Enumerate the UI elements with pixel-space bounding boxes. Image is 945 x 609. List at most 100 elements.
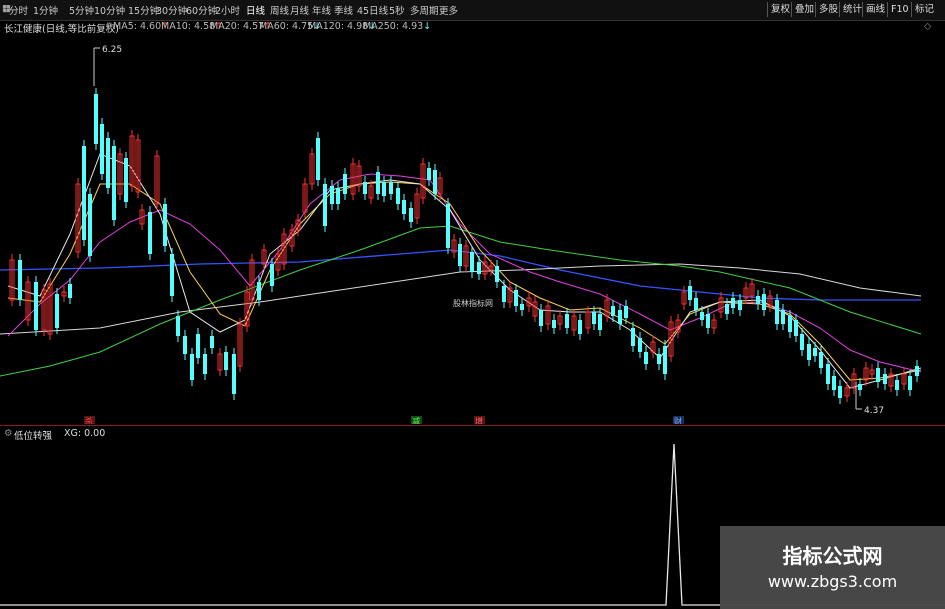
tab-period-0[interactable]: 分时 [9, 3, 28, 17]
candle-135 [883, 368, 887, 390]
candle-133 [869, 364, 875, 380]
toolbar-button-2[interactable]: 多股 [815, 2, 841, 17]
candle-75 [502, 280, 506, 308]
candle-119 [781, 304, 785, 330]
candle-53 [363, 176, 367, 200]
tab-period-2[interactable]: 5分钟 [69, 3, 94, 17]
candle-3 [34, 276, 38, 336]
indicator-settings-icon[interactable]: ⚙ [4, 428, 13, 439]
tab-period-3[interactable]: 10分钟 [94, 3, 125, 17]
candle-71 [477, 256, 481, 280]
toolbar-button-0[interactable]: 复权 [767, 2, 793, 17]
candle-13 [100, 118, 104, 180]
candle-114 [749, 278, 755, 302]
candle-11 [88, 188, 92, 262]
candle-68 [458, 238, 462, 272]
candle-9 [75, 178, 81, 258]
candle-96 [638, 332, 642, 358]
candle-104 [688, 280, 692, 306]
candle-88 [585, 306, 591, 334]
ma20-value: MA20: 4.57 [210, 21, 265, 32]
close-panel-icon[interactable]: ◇ [924, 21, 931, 32]
toolbar-button-4[interactable]: 画线 [862, 2, 888, 17]
candle-28 [196, 328, 200, 364]
candle-124 [813, 342, 817, 362]
svg-text:减: 减 [412, 416, 420, 424]
candle-116 [762, 288, 766, 316]
candle-93 [618, 304, 622, 330]
ma250-value: MA250: 4.93 [363, 21, 424, 32]
candle-72 [482, 256, 488, 280]
candle-73 [488, 260, 494, 276]
candle-67 [451, 234, 457, 258]
candle-30 [210, 330, 214, 354]
candle-56 [382, 176, 386, 202]
candle-139 [908, 370, 912, 396]
candle-47 [323, 178, 327, 232]
candle-69 [463, 240, 469, 272]
candle-112 [738, 294, 742, 316]
candle-41 [281, 228, 287, 270]
candle-51 [350, 158, 356, 200]
marker-reduce: 减 [411, 416, 422, 424]
candlestick-chart[interactable]: 6.25 4.37 股林指标网 杀 减 增 财 [0, 34, 945, 424]
candle-100 [663, 340, 667, 380]
candle-59 [402, 194, 406, 220]
marker-kill: 杀 [84, 416, 95, 424]
tab-period-13[interactable]: 45日线 [357, 3, 388, 17]
tab-period-7[interactable]: 2小时 [215, 3, 240, 17]
candle-136 [888, 368, 894, 392]
ma5-line [7, 153, 922, 389]
tab-period-10[interactable]: 月线 [290, 3, 309, 17]
tab-period-16[interactable]: 更多 [439, 3, 458, 17]
toolbar-button-5[interactable]: F10 [887, 2, 912, 17]
high-price-label: 6.25 [102, 45, 122, 55]
candle-16 [117, 148, 123, 200]
candle-109 [718, 292, 724, 318]
tab-period-8[interactable]: 日线 [246, 3, 265, 17]
candle-44 [302, 178, 308, 218]
candle-130 [851, 368, 857, 394]
ma10-line [7, 181, 922, 381]
candle-134 [876, 362, 880, 388]
candle-76 [507, 282, 513, 308]
ma5-value: MA5: 4.60 [113, 21, 162, 32]
candle-126 [826, 358, 830, 390]
site-watermark: 指标公式网 www.zbgs3.com [720, 526, 945, 609]
tab-period-15[interactable]: 多周期 [410, 3, 439, 17]
candle-14 [106, 132, 110, 194]
toolbar-button-6[interactable]: 标记 [911, 2, 937, 17]
indicator-info-row: ⚙ 低位转强 XG: 0.00 [0, 428, 400, 442]
marker-finance: 财 [673, 416, 684, 424]
candlesticks [9, 88, 919, 404]
candle-7 [61, 286, 67, 302]
panel-divider [0, 425, 945, 426]
candle-23 [163, 198, 167, 252]
toolbar-button-1[interactable]: 叠加 [791, 2, 817, 17]
stock-title: 长江健康(日线,等比前复权) [4, 24, 119, 35]
period-toolbar: ▦ 分时 1分钟 5分钟 10分钟 15分钟 30分钟 60分钟 2小时 日线 周线 月线 年线 季线 4… [0, 0, 945, 21]
watermark-url: www.zbgs3.com [767, 572, 898, 591]
tab-period-1[interactable]: 1分钟 [33, 3, 58, 17]
candle-58 [396, 182, 400, 210]
svg-text:杀: 杀 [85, 416, 93, 424]
candle-107 [706, 308, 710, 334]
tab-period-4[interactable]: 15分钟 [128, 3, 159, 17]
tab-period-11[interactable]: 年线 [312, 3, 331, 17]
candle-48 [330, 180, 334, 210]
svg-text:财: 财 [674, 416, 682, 424]
candle-4 [41, 284, 47, 336]
tab-period-5[interactable]: 30分钟 [156, 3, 187, 17]
marker-increase: 增 [474, 416, 485, 424]
tab-period-14[interactable]: 5秒 [389, 3, 405, 17]
tab-period-9[interactable]: 周线 [270, 3, 289, 17]
candle-66 [446, 198, 450, 254]
candle-74 [495, 260, 499, 288]
candle-129 [844, 382, 850, 402]
candle-131 [858, 378, 862, 396]
candle-29 [203, 348, 207, 380]
candle-95 [631, 322, 635, 352]
tab-period-12[interactable]: 季线 [334, 3, 353, 17]
candle-12 [94, 88, 98, 150]
tab-period-6[interactable]: 60分钟 [186, 3, 217, 17]
